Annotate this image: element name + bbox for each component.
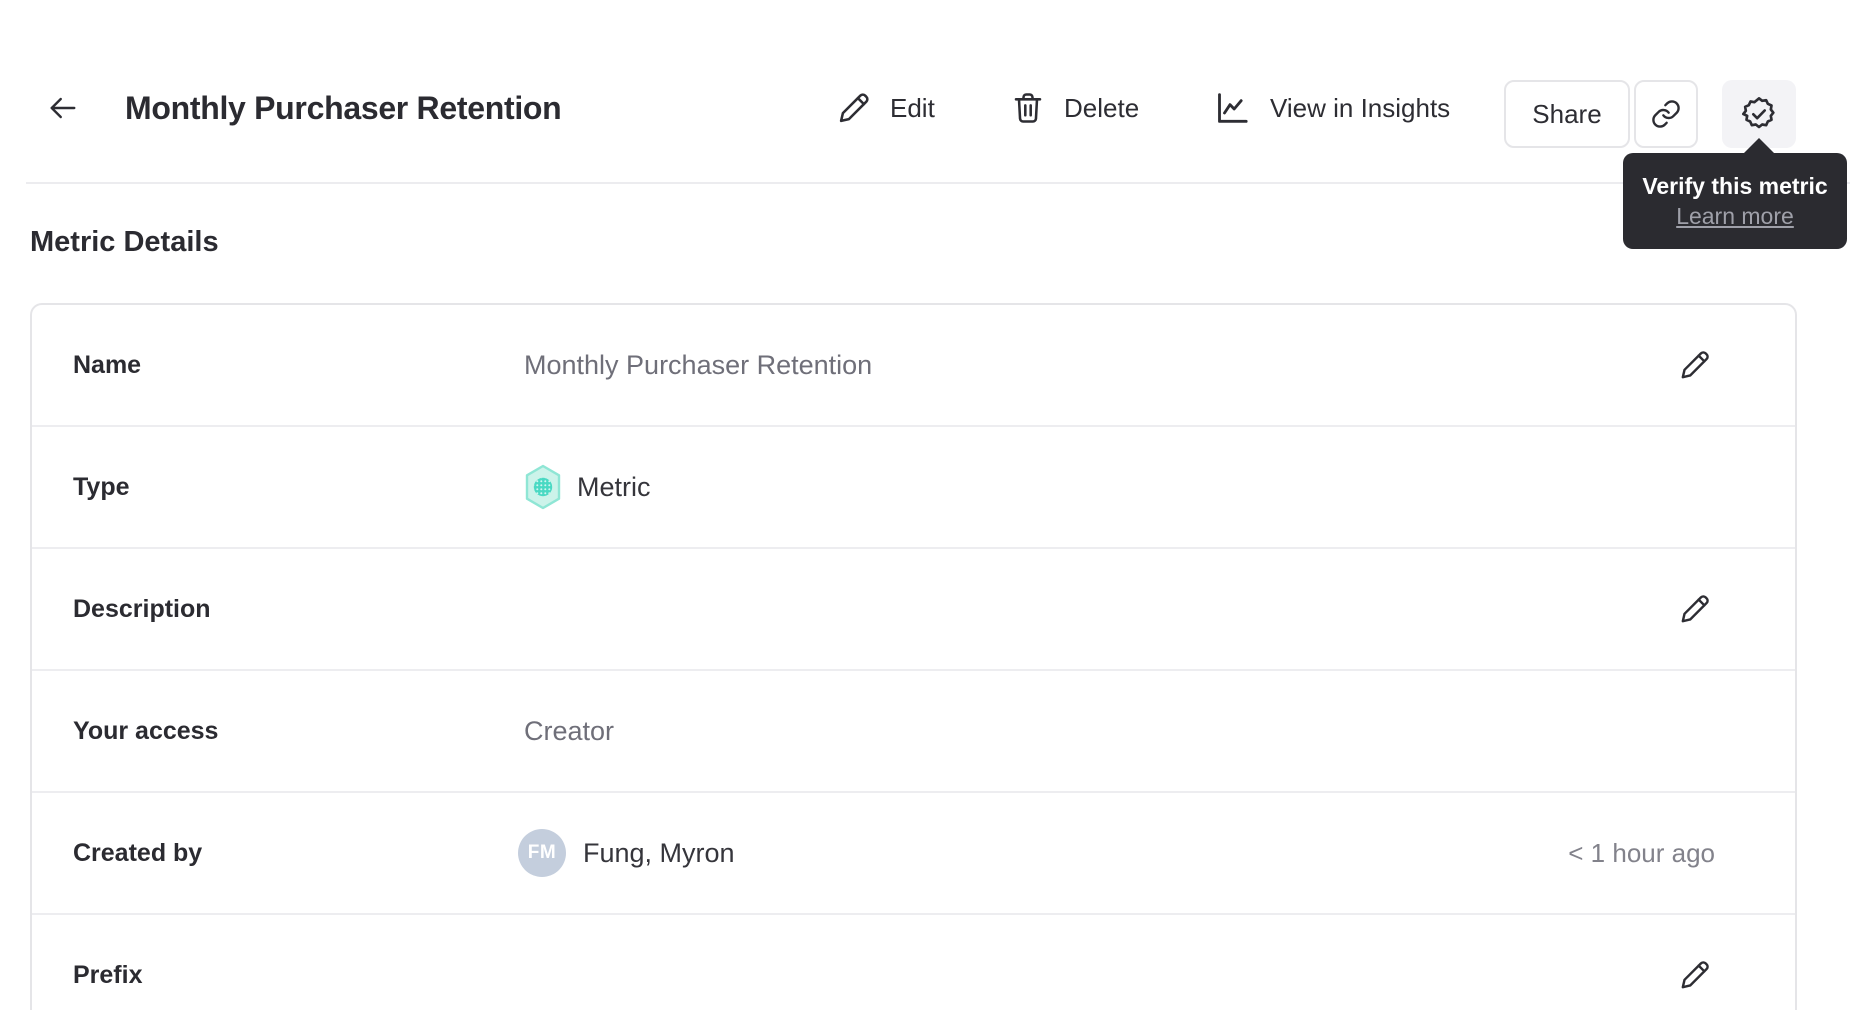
back-button[interactable] [40, 85, 86, 131]
access-value: Creator [524, 715, 615, 746]
table-row-description: Description [32, 549, 1795, 671]
delete-button-label: Delete [1064, 92, 1140, 123]
created-timestamp: < 1 hour ago [1568, 837, 1715, 868]
verified-badge-icon [1742, 97, 1775, 129]
edit-button[interactable]: Edit [836, 83, 935, 133]
pencil-icon [1681, 595, 1709, 623]
name-value: Monthly Purchaser Retention [524, 349, 873, 380]
verify-tooltip: Verify this metric Learn more [1623, 138, 1847, 249]
edit-prefix-button[interactable] [1675, 955, 1715, 995]
pencil-icon [1681, 961, 1709, 989]
row-label: Description [73, 594, 211, 623]
delete-button[interactable]: Delete [1010, 83, 1139, 133]
tooltip-learn-more-link[interactable]: Learn more [1676, 203, 1794, 230]
row-label: Name [73, 350, 142, 379]
back-arrow-icon [50, 97, 76, 119]
table-row-name: Name Monthly Purchaser Retention [32, 305, 1795, 427]
copy-link-button[interactable] [1634, 80, 1698, 148]
share-button[interactable]: Share [1504, 80, 1630, 148]
row-label: Your access [73, 716, 219, 745]
row-label: Type [73, 472, 130, 501]
insights-button-label: View in Insights [1270, 92, 1451, 123]
row-label: Created by [73, 838, 203, 867]
edit-description-button[interactable] [1675, 589, 1715, 629]
created-by-value: Fung, Myron [583, 837, 735, 868]
share-button-label: Share [1532, 98, 1602, 129]
table-row-your-access: Your access Creator [32, 671, 1795, 793]
edit-name-button[interactable] [1675, 345, 1715, 385]
pencil-icon [1681, 351, 1709, 379]
trash-icon [1010, 90, 1046, 126]
metric-detail-page: Monthly Purchaser Retention Edit Delete [0, 0, 1850, 1010]
section-heading: Metric Details [30, 226, 219, 258]
link-icon [1652, 100, 1680, 128]
row-label: Prefix [73, 960, 143, 989]
tooltip-title: Verify this metric [1642, 172, 1828, 199]
metric-details-card: Name Monthly Purchaser Retention Type Me… [30, 303, 1797, 1010]
type-value: Metric [577, 471, 651, 502]
page-title: Monthly Purchaser Retention [125, 90, 562, 126]
view-in-insights-button[interactable]: View in Insights [1212, 83, 1450, 133]
tooltip-caret [1743, 138, 1775, 154]
table-row-prefix: Prefix [32, 915, 1795, 1010]
table-row-created-by: Created by FM Fung, Myron < 1 hour ago [32, 793, 1795, 915]
pencil-icon [836, 90, 872, 126]
avatar: FM [518, 829, 566, 877]
metric-hexagon-icon [524, 464, 562, 510]
header-divider [26, 182, 1850, 184]
table-row-type: Type Metric [32, 427, 1795, 549]
edit-button-label: Edit [890, 92, 935, 123]
line-chart-icon [1212, 88, 1252, 128]
